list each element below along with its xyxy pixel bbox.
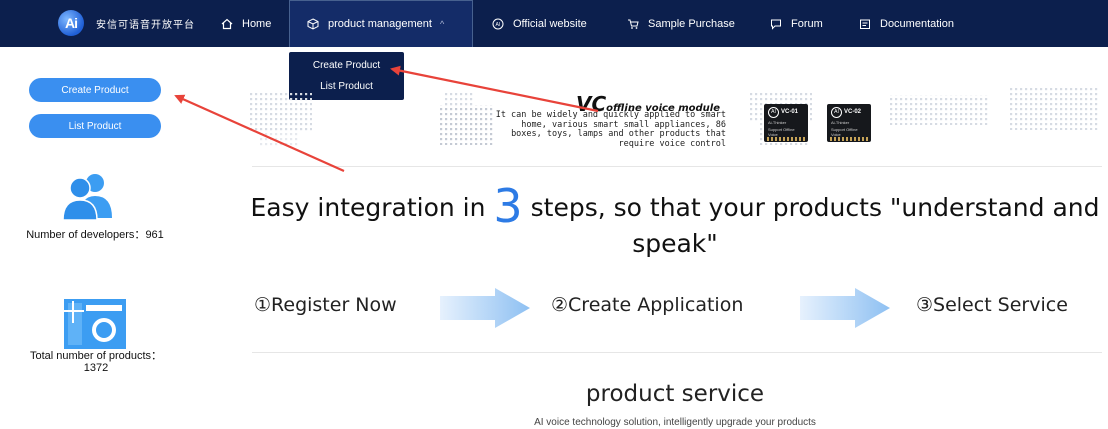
dropdown-create-product[interactable]: Create Product xyxy=(289,55,404,76)
chip2-model: VC-02 xyxy=(844,109,862,115)
developers-count: 961 xyxy=(145,229,164,241)
chip1-line2: Support Offline Voice xyxy=(768,127,795,137)
nav-forum-label: Forum xyxy=(791,17,823,30)
chip1-model: VC-01 xyxy=(781,109,799,115)
step-select-service[interactable]: ③Select Service xyxy=(916,294,1068,316)
chip1-line1: Ai-Thinker xyxy=(768,120,787,125)
chip2-line1: Ai-Thinker xyxy=(831,120,850,125)
vc01-module-image: AI VC-01 Ai-Thinker Support Offline Voice xyxy=(764,104,808,142)
chip-pins xyxy=(767,137,805,141)
nav-forum[interactable]: Forum xyxy=(769,0,823,47)
nav-documentation[interactable]: Documentation xyxy=(858,0,954,47)
ai-circle-icon: AI xyxy=(491,17,505,31)
chat-icon xyxy=(769,17,783,31)
document-icon xyxy=(858,17,872,31)
products-label: Total number of products： xyxy=(29,350,163,362)
create-product-button[interactable]: Create Product xyxy=(29,78,161,102)
svg-text:AI: AI xyxy=(496,22,501,28)
ai-chip-logo-icon: AI xyxy=(831,107,842,118)
divider xyxy=(252,166,1102,167)
step-create-application[interactable]: ②Create Application xyxy=(551,294,743,316)
products-icon xyxy=(62,297,128,349)
brand[interactable]: Ai 安信可语音开放平台 xyxy=(58,10,195,36)
developers-icon xyxy=(62,172,114,221)
divider xyxy=(252,352,1102,353)
nav-product-management[interactable]: product management ^ xyxy=(289,0,473,47)
banner-description: It can be widely and quickly applied to … xyxy=(495,110,726,149)
list-product-button[interactable]: List Product xyxy=(29,114,161,138)
brand-name: 安信可语音开放平台 xyxy=(96,19,195,31)
products-count: 1372 xyxy=(83,362,109,374)
developers-stat: Number of developers：961 xyxy=(0,226,190,242)
step-arrow-icon xyxy=(800,288,890,328)
nav-home[interactable]: Home xyxy=(220,0,271,47)
nav-product-management-label: product management xyxy=(328,18,432,30)
headline-before: Easy integration in xyxy=(250,193,494,222)
ai-chip-logo-icon: AI xyxy=(768,107,779,118)
brand-logo: Ai xyxy=(58,10,84,36)
nav-sample-purchase-label: Sample Purchase xyxy=(648,17,735,30)
developers-label: Number of developers： xyxy=(26,229,146,241)
cart-icon xyxy=(626,17,640,31)
nav-home-label: Home xyxy=(242,17,272,30)
nav-documentation-label: Documentation xyxy=(880,17,954,30)
nav-official-website-label: Official website xyxy=(513,17,587,30)
headline: Easy integration in 3 steps, so that you… xyxy=(250,183,1100,262)
product-service-title: product service xyxy=(585,381,765,407)
cube-icon xyxy=(306,17,320,31)
step-register[interactable]: ①Register Now xyxy=(254,294,397,316)
top-nav-bar: Ai 安信可语音开放平台 Home product management ^ A… xyxy=(0,0,1108,47)
vc02-module-image: AI VC-02 Ai-Thinker Support Offline Voice xyxy=(827,104,871,142)
chip-pins xyxy=(830,137,868,141)
product-service-subtitle: AI voice technology solution, intelligen… xyxy=(534,417,816,428)
step-arrow-icon xyxy=(440,288,530,328)
headline-after: steps, so that your products "understand… xyxy=(522,193,1100,258)
nav-sample-purchase[interactable]: Sample Purchase xyxy=(626,0,735,47)
products-stat: Total number of products： 1372 xyxy=(6,350,186,374)
headline-number: 3 xyxy=(493,179,523,233)
nav-official-website[interactable]: AI Official website xyxy=(491,0,587,47)
chip2-line2: Support Offline Voice xyxy=(831,127,858,137)
chevron-up-icon: ^ xyxy=(439,19,445,29)
home-icon xyxy=(220,17,234,31)
